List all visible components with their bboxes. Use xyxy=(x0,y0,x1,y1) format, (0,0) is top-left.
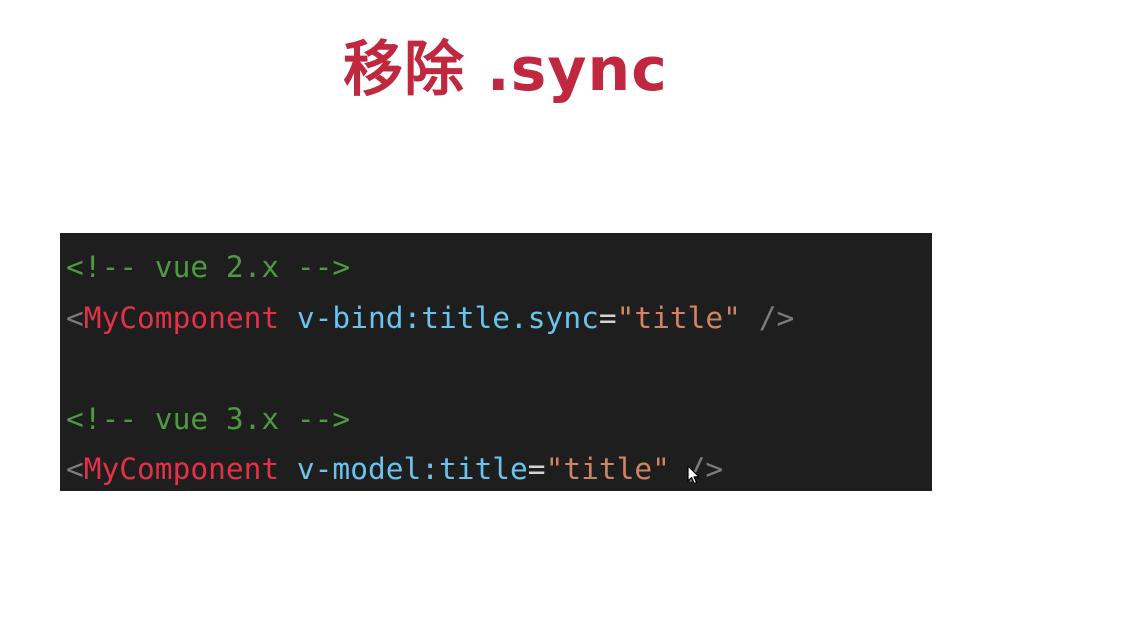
tag-open-bracket: < xyxy=(66,300,84,335)
tag-open-bracket: < xyxy=(66,452,84,486)
code-line-vue2-comment: <!-- vue 2.x --> xyxy=(66,242,932,293)
attribute-value: "title" xyxy=(616,300,741,335)
equals-sign: = xyxy=(598,300,617,335)
code-comment: <!-- vue 2.x --> xyxy=(66,250,351,284)
tag-self-close: /> xyxy=(740,300,795,335)
code-block: <!-- vue 2.x --> <MyComponent v-bind:tit… xyxy=(60,233,932,491)
equals-sign: = xyxy=(527,452,546,486)
code-line-vue2-sync: <MyComponent v-bind:title.sync="title" /… xyxy=(66,293,932,344)
slide-title: 移除 .sync xyxy=(343,35,668,105)
component-tag-name: MyComponent xyxy=(83,300,280,335)
code-comment: <!-- vue 3.x --> xyxy=(66,401,351,436)
attribute-name: v-bind:title.sync xyxy=(296,300,599,335)
mouse-pointer-icon xyxy=(687,465,700,485)
code-line-vue3-model: <MyComponent v-model:title="title" /> xyxy=(66,444,932,491)
component-tag-name: MyComponent xyxy=(83,452,280,486)
code-line-vue3-comment: <!-- vue 3.x --> xyxy=(66,394,932,445)
attribute-name: v-model:title xyxy=(296,452,528,486)
attribute-value: "title" xyxy=(545,452,670,486)
